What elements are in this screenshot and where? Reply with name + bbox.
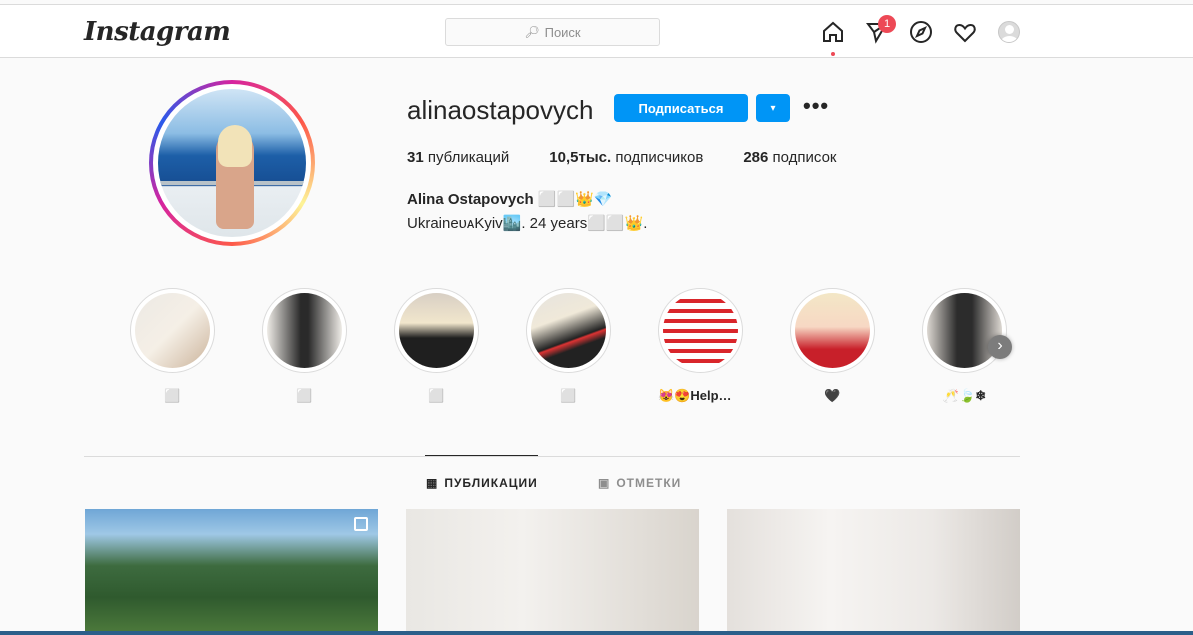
tab-posts[interactable]: ▦ ПУБЛИКАЦИИ <box>426 476 538 490</box>
highlight-cover <box>927 293 1002 368</box>
profile-full-name: Alina Ostapovych ⬜⬜👑💎 <box>407 191 613 208</box>
taskbar-edge <box>0 631 1193 635</box>
post-thumbnail[interactable] <box>727 509 1020 635</box>
direct-icon[interactable]: 1 <box>864 15 896 45</box>
following-stat[interactable]: 286 подписок <box>743 149 836 166</box>
profile-picture[interactable] <box>149 80 315 246</box>
highlight-label: ⬜ <box>428 388 445 403</box>
profile-bio: UkraineᴜᴀKyiv🏙️. 24 years⬜⬜👑. <box>407 215 648 232</box>
search-input[interactable]: 🔎︎ Поиск <box>445 18 660 46</box>
highlight-label: 🥂🍃❄ <box>942 388 987 403</box>
suggestions-dropdown-button[interactable]: ▾ <box>756 94 790 122</box>
highlight-cover <box>267 293 342 368</box>
posts-stat: 31 публикаций <box>407 149 510 166</box>
highlights-next-button[interactable]: › <box>988 335 1012 359</box>
instagram-logo[interactable]: Instagram <box>84 17 231 47</box>
top-navigation-bar: Instagram 🔎︎ Поиск 1 <box>0 4 1193 58</box>
followers-stat[interactable]: 10,5тыс. подписчиков <box>549 149 703 166</box>
post-thumbnail[interactable] <box>85 509 378 635</box>
active-tab-indicator <box>425 455 538 456</box>
highlight-cover <box>795 293 870 368</box>
profile-username: alinaostapovych <box>407 95 594 125</box>
story-highlight[interactable]: 🖤 <box>790 288 875 404</box>
heart-icon[interactable] <box>952 19 978 45</box>
profile-stats: 31 публикаций 10,5тыс. подписчиков 286 п… <box>407 149 876 166</box>
tabs-divider <box>84 456 1020 457</box>
messages-badge: 1 <box>878 15 896 33</box>
story-highlight[interactable]: ⬜ <box>526 288 611 404</box>
post-thumbnail[interactable] <box>406 509 699 635</box>
follow-button[interactable]: Подписаться <box>614 94 748 122</box>
nav-icons: 1 <box>820 15 1040 56</box>
story-highlight[interactable]: ⬜ <box>394 288 479 404</box>
profile-avatar[interactable] <box>996 19 1022 45</box>
highlight-label: ⬜ <box>560 388 577 403</box>
highlight-cover <box>663 293 738 368</box>
story-highlight[interactable]: ⬜ <box>262 288 347 404</box>
highlight-cover <box>399 293 474 368</box>
profile-photo <box>158 89 306 237</box>
more-options-button[interactable]: ••• <box>803 95 829 119</box>
tab-tagged[interactable]: ▣ ОТМЕТКИ <box>598 476 681 490</box>
highlight-cover <box>135 293 210 368</box>
grid-icon: ▦ <box>426 476 439 490</box>
tagged-icon: ▣ <box>598 476 611 490</box>
highlight-cover <box>531 293 606 368</box>
chevron-down-icon: ▾ <box>770 102 776 114</box>
highlight-label: ⬜ <box>164 388 181 403</box>
story-highlight[interactable]: ⬜ <box>130 288 215 404</box>
explore-icon[interactable] <box>908 19 934 45</box>
carousel-icon <box>354 517 368 531</box>
home-active-dot <box>831 52 835 56</box>
highlight-label: ⬜ <box>296 388 313 403</box>
highlight-label: 🖤 <box>824 388 841 403</box>
story-highlight[interactable]: 😻😍Help🐈... <box>658 288 743 404</box>
search-placeholder: Поиск <box>544 24 581 40</box>
avatar <box>998 21 1020 43</box>
highlight-label: 😻😍Help🐈... <box>658 388 743 403</box>
home-icon[interactable] <box>820 19 846 56</box>
search-icon: 🔎︎ <box>524 25 540 39</box>
